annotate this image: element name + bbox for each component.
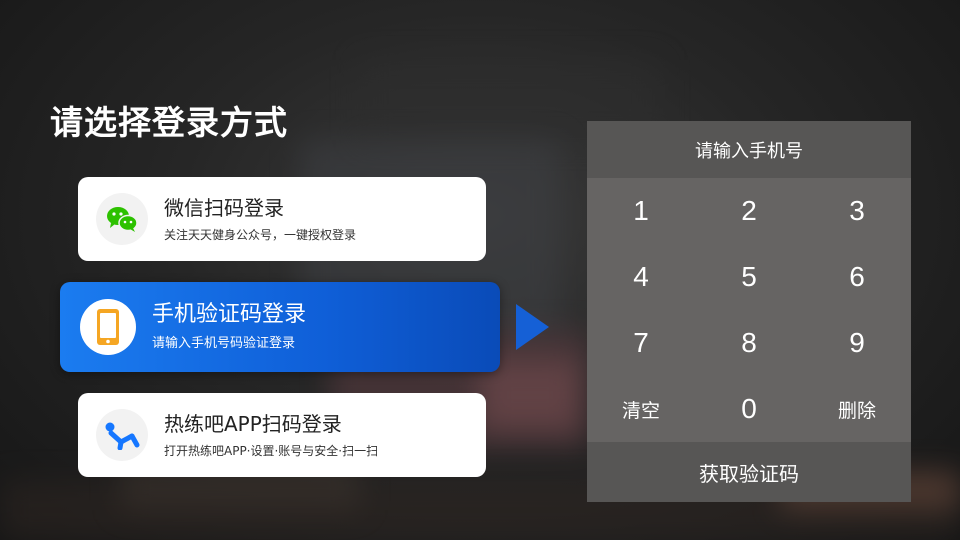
key-8[interactable]: 8 bbox=[695, 310, 803, 376]
key-5[interactable]: 5 bbox=[695, 244, 803, 310]
keypad-grid: 1 2 3 4 5 6 7 8 9 清空 0 删除 bbox=[587, 178, 911, 442]
page-title: 请选择登录方式 bbox=[50, 103, 288, 142]
app-logo-icon bbox=[96, 409, 148, 461]
key-7[interactable]: 7 bbox=[587, 310, 695, 376]
key-3[interactable]: 3 bbox=[803, 178, 911, 244]
option-title: 热练吧APP扫码登录 bbox=[164, 412, 342, 436]
option-description: 打开热练吧APP·设置·账号与安全·扫一扫 bbox=[164, 444, 379, 458]
mobile-phone-icon bbox=[80, 299, 136, 355]
key-9[interactable]: 9 bbox=[803, 310, 911, 376]
key-0[interactable]: 0 bbox=[695, 376, 803, 442]
option-description: 关注天天健身公众号，一键授权登录 bbox=[164, 228, 357, 242]
selection-arrow-icon bbox=[516, 304, 549, 350]
key-1[interactable]: 1 bbox=[587, 178, 695, 244]
option-title: 微信扫码登录 bbox=[164, 196, 284, 220]
login-option-app[interactable]: 热练吧APP扫码登录 打开热练吧APP·设置·账号与安全·扫一扫 bbox=[78, 393, 486, 477]
option-description: 请输入手机号码验证登录 bbox=[152, 336, 296, 351]
login-option-wechat[interactable]: 微信扫码登录 关注天天健身公众号，一键授权登录 bbox=[78, 177, 486, 261]
phone-number-input[interactable]: 请输入手机号 bbox=[587, 121, 911, 178]
clear-button[interactable]: 清空 bbox=[587, 376, 695, 442]
get-verification-code-button[interactable]: 获取验证码 bbox=[587, 442, 911, 502]
login-option-phone[interactable]: 手机验证码登录 请输入手机号码验证登录 bbox=[60, 282, 500, 372]
delete-button[interactable]: 删除 bbox=[803, 376, 911, 442]
wechat-icon bbox=[96, 193, 148, 245]
key-4[interactable]: 4 bbox=[587, 244, 695, 310]
key-6[interactable]: 6 bbox=[803, 244, 911, 310]
phone-keypad-panel: 请输入手机号 1 2 3 4 5 6 7 8 9 清空 0 删除 获取验证码 bbox=[587, 121, 911, 502]
key-2[interactable]: 2 bbox=[695, 178, 803, 244]
option-title: 手机验证码登录 bbox=[152, 302, 307, 327]
